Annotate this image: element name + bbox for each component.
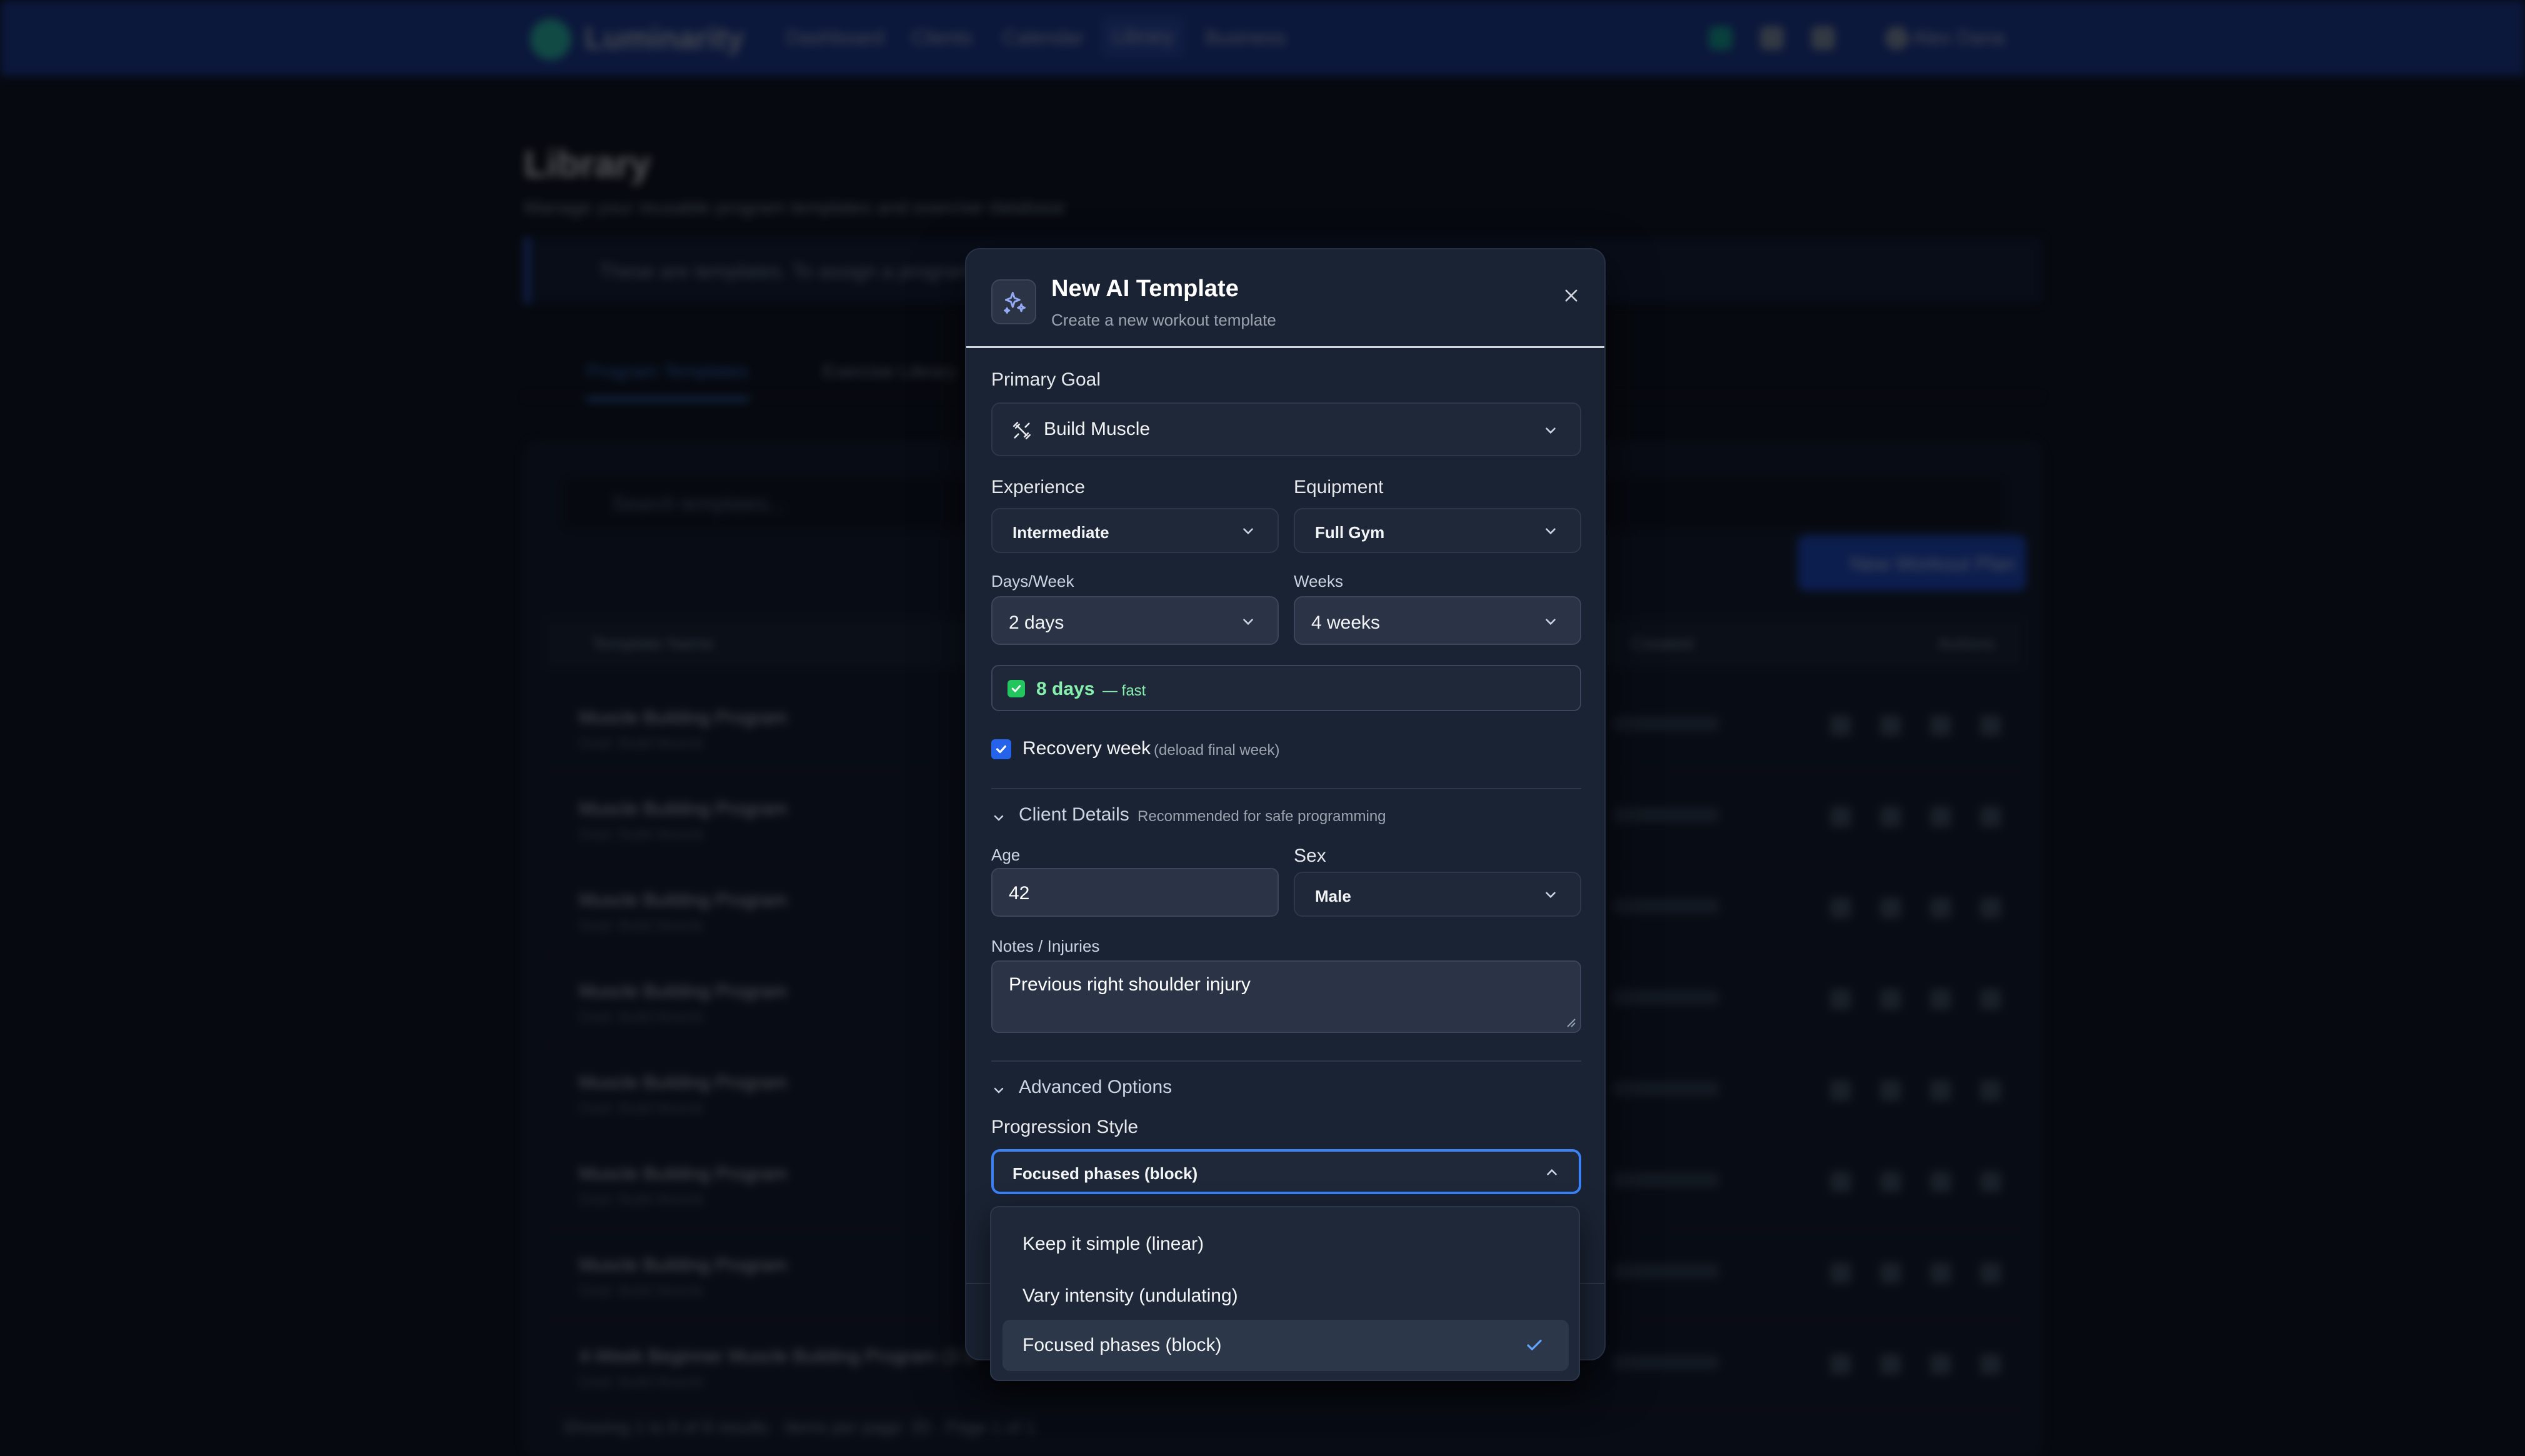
- recovery-week-hint: (deload final week): [1154, 742, 1280, 759]
- experience-label: Experience: [991, 477, 1086, 497]
- pace-label: — fast: [1102, 682, 1146, 699]
- experience-select[interactable]: Intermediate: [991, 508, 1279, 553]
- check-icon: [1527, 1339, 1542, 1350]
- chevron-down-icon: [1546, 619, 1556, 626]
- dumbbell-icon: [1012, 421, 1031, 440]
- modal-title: New AI Template: [1051, 276, 1239, 302]
- weeks-select[interactable]: 4 weeks: [1294, 596, 1581, 645]
- sex-label: Sex: [1294, 845, 1326, 866]
- primary-goal-select[interactable]: Build Muscle: [991, 402, 1581, 456]
- option-linear[interactable]: Keep it simple (linear): [1002, 1219, 1569, 1270]
- option-undulating[interactable]: Vary intensity (undulating): [1002, 1270, 1569, 1322]
- close-icon: [1565, 289, 1578, 302]
- chevron-down-icon: [1546, 427, 1556, 434]
- notes-textarea[interactable]: Previous right shoulder injury: [991, 960, 1581, 1033]
- client-details-hint: Recommended for safe programming: [1138, 808, 1386, 825]
- chevron-down-icon: [1243, 619, 1253, 626]
- notes-value: Previous right shoulder injury: [1009, 974, 1251, 995]
- check-icon: [1008, 680, 1025, 697]
- recovery-week-checkbox[interactable]: [991, 739, 1011, 759]
- days-per-week-label: Days/Week: [991, 572, 1074, 591]
- divider: [991, 788, 1581, 789]
- weeks-label: Weeks: [1294, 572, 1343, 591]
- checkmark-icon: [996, 745, 1007, 754]
- total-days: 8 days: [1036, 679, 1095, 699]
- chevron-down-icon: [994, 815, 1004, 821]
- equipment-label: Equipment: [1294, 477, 1384, 497]
- equipment-value: Full Gym: [1315, 523, 1385, 542]
- option-label: Focused phases (block): [1022, 1335, 1222, 1355]
- sex-value: Male: [1315, 887, 1351, 905]
- new-ai-template-modal: New AI Template Create a new workout tem…: [965, 248, 1606, 1360]
- age-label: Age: [991, 845, 1021, 864]
- option-label: Keep it simple (linear): [1022, 1234, 1204, 1254]
- progression-style-select[interactable]: Focused phases (block): [991, 1149, 1581, 1194]
- age-input[interactable]: 42: [991, 868, 1279, 917]
- advanced-options-title: Advanced Options: [1019, 1077, 1172, 1097]
- program-length-summary: 8 days — fast: [991, 665, 1581, 711]
- experience-value: Intermediate: [1012, 523, 1109, 542]
- age-value: 42: [1009, 883, 1030, 904]
- chevron-down-icon: [1546, 528, 1556, 535]
- chevron-down-icon: [994, 1087, 1004, 1094]
- days-per-week-select[interactable]: 2 days: [991, 596, 1279, 645]
- client-details-title: Client Details: [1019, 804, 1129, 825]
- progression-style-value: Focused phases (block): [1012, 1164, 1198, 1183]
- recovery-week-label[interactable]: Recovery week: [1022, 738, 1151, 759]
- close-button[interactable]: [1554, 278, 1589, 313]
- notes-label: Notes / Injuries: [991, 937, 1100, 955]
- primary-goal-label: Primary Goal: [991, 369, 1101, 390]
- advanced-options-toggle[interactable]: Advanced Options: [991, 1077, 1581, 1102]
- chevron-down-icon: [1546, 892, 1556, 899]
- chevron-up-icon: [1547, 1169, 1557, 1175]
- client-details-toggle[interactable]: Client Details Recommended for safe prog…: [991, 804, 1581, 829]
- sex-select[interactable]: Male: [1294, 872, 1581, 917]
- option-label: Vary intensity (undulating): [1022, 1285, 1238, 1306]
- weeks-value: 4 weeks: [1311, 612, 1381, 633]
- divider: [991, 1060, 1581, 1062]
- sparkles-icon: [991, 279, 1036, 324]
- option-block[interactable]: Focused phases (block): [1002, 1320, 1569, 1371]
- modal-subtitle: Create a new workout template: [1051, 311, 1276, 329]
- primary-goal-value: Build Muscle: [1044, 419, 1151, 439]
- progression-style-label: Progression Style: [991, 1117, 1139, 1137]
- progression-style-options: Keep it simple (linear) Vary intensity (…: [990, 1206, 1580, 1381]
- resize-handle-icon[interactable]: [1565, 1017, 1576, 1028]
- equipment-select[interactable]: Full Gym: [1294, 508, 1581, 553]
- chevron-down-icon: [1243, 528, 1253, 535]
- days-per-week-value: 2 days: [1009, 612, 1064, 633]
- modal-header: New AI Template Create a new workout tem…: [966, 249, 1604, 348]
